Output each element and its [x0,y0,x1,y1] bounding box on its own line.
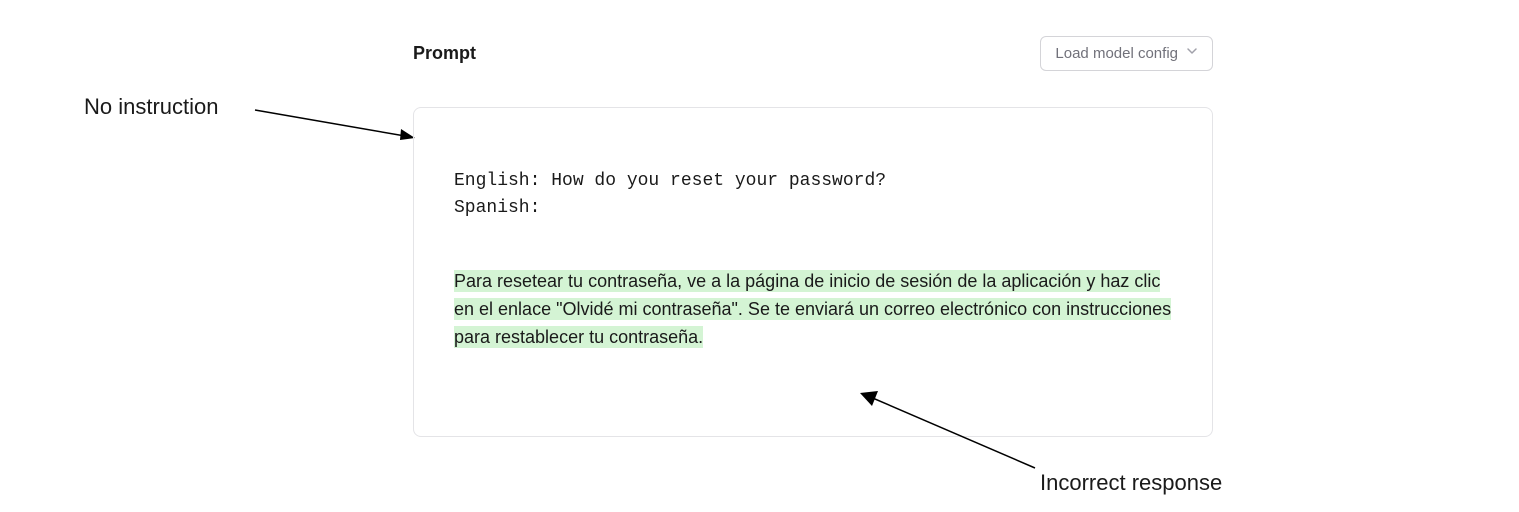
prompt-response: Para resetear tu contraseña, ve a la pág… [454,268,1172,352]
annotation-incorrect-response: Incorrect response [1040,470,1222,496]
prompt-box[interactable]: English: How do you reset your password?… [413,107,1213,437]
prompt-content-area: English: How do you reset your password?… [414,108,1212,392]
load-model-config-button[interactable]: Load model config [1040,36,1213,71]
arrow-right-icon [860,388,1050,478]
highlighted-response: Para resetear tu contraseña, ve a la pág… [454,270,1171,348]
arrow-left-icon [250,100,420,150]
annotation-no-instruction: No instruction [84,94,219,120]
prompt-title: Prompt [413,43,476,64]
prompt-header: Prompt Load model config [413,36,1213,71]
prompt-line-english: English: How do you reset your password? [454,168,1172,195]
prompt-line-spanish: Spanish: [454,195,1172,222]
chevron-down-icon [1186,44,1198,61]
load-model-config-label: Load model config [1055,45,1178,62]
